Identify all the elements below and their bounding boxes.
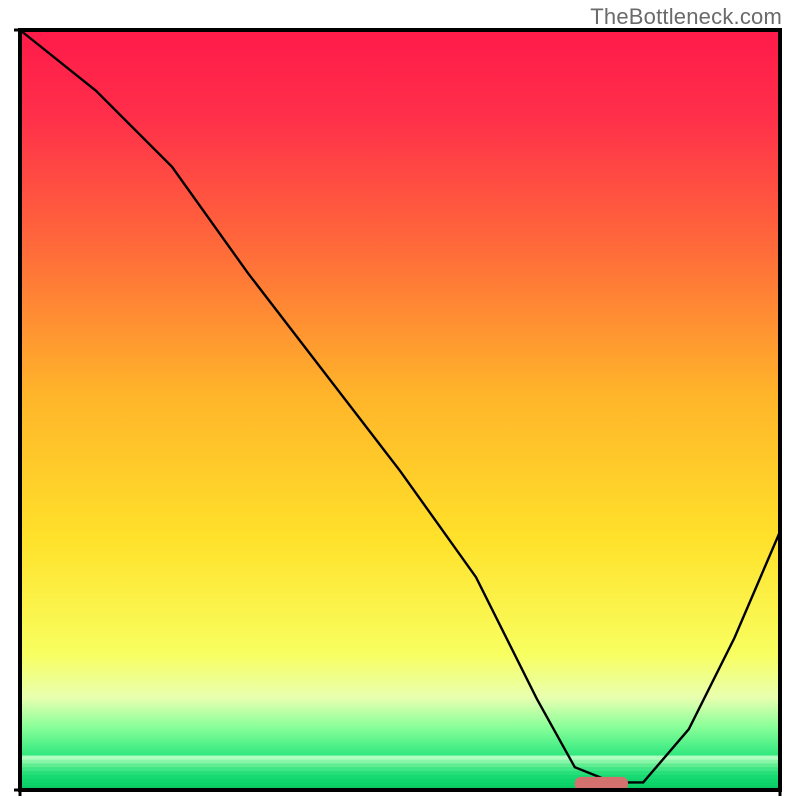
green-band-layer [20, 756, 780, 790]
gradient-background [20, 30, 780, 756]
chart-container: TheBottleneck.com [0, 0, 800, 800]
watermark-text: TheBottleneck.com [590, 4, 782, 30]
bottleneck-chart [0, 0, 800, 800]
